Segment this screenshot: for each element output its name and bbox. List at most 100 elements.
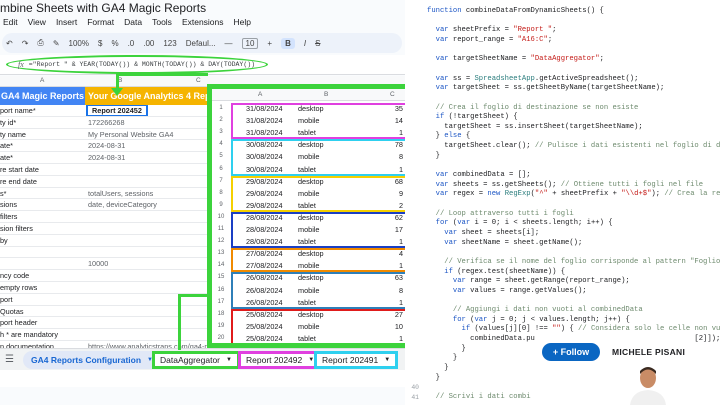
table-row[interactable]: 21 (212, 345, 413, 348)
menu-extensions[interactable]: Extensions (182, 17, 224, 27)
table-row[interactable]: sion filters (0, 223, 215, 235)
report-group-outline (231, 211, 411, 249)
table-row[interactable]: port name* Report 202452 (0, 105, 215, 117)
config-header-left: GA4 Magic Reports (1, 91, 85, 101)
tab-label: DataAggregator (160, 355, 221, 365)
menu-insert[interactable]: Insert (56, 17, 77, 27)
config-value[interactable]: 2024-08-31 (88, 141, 125, 150)
config-label: sion filters (0, 224, 33, 233)
chevron-down-icon[interactable]: ▼ (384, 357, 390, 363)
table-row[interactable]: Quotas (0, 306, 215, 318)
zoom-select[interactable]: 100% (69, 39, 89, 48)
table-row[interactable]: filters (0, 211, 215, 223)
table-row[interactable]: ate* 2024-08-31 (0, 152, 215, 164)
active-cell[interactable]: Report 202452 (86, 105, 148, 116)
formula-input[interactable]: ="Report " & YEAR(TODAY()) & MONTH(TODAY… (29, 61, 255, 68)
table-row[interactable]: ty id* 172266268 (0, 117, 215, 129)
config-value[interactable]: 172266268 (88, 118, 125, 127)
config-label: port name* (0, 106, 36, 115)
row-number: 19 (217, 322, 225, 329)
font-size-increase[interactable]: + (267, 39, 272, 48)
bold-button[interactable]: B (281, 37, 295, 49)
config-label: ate* (0, 141, 13, 151)
formula-highlight[interactable]: fx ="Report " & YEAR(TODAY()) & MONTH(TO… (6, 55, 268, 74)
tab-report-202492[interactable]: Report 202492 ▼ (238, 351, 323, 369)
row-number: 9 (219, 201, 223, 208)
column-header-c[interactable]: C (390, 91, 395, 98)
table-row[interactable]: empty rows (0, 282, 215, 294)
aggregated-data-table: A B C 1 31/08/2024 desktop 35 2 31/08/2024 mob… (207, 84, 418, 348)
decrease-decimal-button[interactable]: .0 (128, 39, 135, 48)
menu-tools[interactable]: Tools (152, 17, 172, 27)
config-value[interactable]: 10000 (88, 259, 108, 268)
line-number: 41 (411, 394, 419, 401)
font-select[interactable]: Defaul... (186, 39, 216, 48)
table-row[interactable]: port header (0, 317, 215, 330)
chevron-down-icon[interactable]: ▼ (226, 357, 232, 363)
table-row[interactable]: ncy code (0, 270, 215, 282)
currency-format-button[interactable]: $ (98, 39, 102, 48)
print-icon[interactable]: ⎙ (37, 38, 43, 48)
table-row[interactable]: h * are mandatory (0, 329, 215, 341)
report-group-outline (231, 175, 411, 212)
percent-format-button[interactable]: % (111, 39, 118, 48)
menu-edit[interactable]: Edit (3, 17, 18, 27)
table-row[interactable]: s* totalUsers, sessions (0, 188, 215, 200)
tab-ga4-reports-configuration[interactable]: GA4 Reports Configuration ▼ (23, 351, 161, 369)
tab-data-aggregator[interactable]: DataAggregator ▼ (152, 351, 240, 369)
undo-icon[interactable]: ↶ (6, 39, 13, 48)
font-size-decrease[interactable]: — (225, 39, 233, 48)
config-value[interactable]: 2024-08-31 (88, 153, 125, 162)
increase-decimal-button[interactable]: .00 (143, 39, 154, 48)
font-size-input[interactable]: 10 (241, 37, 259, 49)
report-group-outline (231, 248, 411, 273)
config-label: by (0, 235, 8, 245)
config-value[interactable]: date, deviceCategory (88, 200, 157, 209)
report-group-outline (231, 272, 411, 309)
menu-data[interactable]: Data (124, 17, 142, 27)
table-row[interactable]: ty name My Personal Website GA4 (0, 129, 215, 141)
column-header-a[interactable]: A (40, 77, 44, 84)
row-number: 15 (217, 274, 225, 281)
sheet-tabs: ☰ GA4 Reports Configuration ▼ DataAggreg… (0, 348, 405, 370)
table-row[interactable]: 10000 (0, 258, 215, 271)
row-number: 10 (217, 213, 225, 220)
config-label: filters (0, 212, 18, 222)
table-row[interactable]: sions date, deviceCategory (0, 199, 215, 212)
all-sheets-icon[interactable]: ☰ (5, 354, 14, 365)
document-title[interactable]: mbine Sheets with GA4 Magic Reports (0, 1, 206, 15)
table-row[interactable]: ate* 2024-08-31 (0, 140, 215, 153)
config-label: ncy code (0, 271, 30, 281)
table-row[interactable]: by (0, 235, 215, 247)
row-number: 3 (219, 129, 223, 136)
config-value[interactable]: My Personal Website GA4 (88, 130, 173, 139)
config-label: s* (0, 188, 7, 198)
column-header-c[interactable]: C (196, 77, 201, 84)
strikethrough-icon[interactable]: S (315, 39, 320, 48)
row-number: 7 (219, 177, 223, 184)
paint-format-icon[interactable]: ✎ (53, 39, 60, 48)
row-number: 20 (217, 334, 225, 341)
tab-report-202491[interactable]: Report 202491 ▼ (314, 351, 399, 369)
row-number: 2 (219, 117, 223, 124)
config-value[interactable]: totalUsers, sessions (88, 189, 153, 198)
redo-icon[interactable]: ↷ (22, 39, 29, 48)
fx-icon: fx (18, 60, 24, 69)
config-label: Quotas (0, 306, 24, 316)
menu-help[interactable]: Help (234, 17, 251, 27)
number-format-button[interactable]: 123 (163, 39, 176, 48)
column-header-b[interactable]: B (324, 91, 328, 98)
connector-line (116, 73, 208, 76)
column-header-a[interactable]: A (258, 91, 262, 98)
tab-label: Report 202492 (246, 355, 303, 365)
italic-icon[interactable]: I (304, 39, 306, 48)
menu-view[interactable]: View (28, 17, 46, 27)
row-number: 4 (219, 141, 223, 148)
config-label: port header (0, 318, 38, 328)
follow-button[interactable]: + Follow (542, 343, 600, 361)
table-row[interactable]: re end date (0, 176, 215, 188)
table-row[interactable] (0, 247, 215, 259)
config-label: re end date (0, 176, 37, 186)
table-row[interactable]: re start date (0, 164, 215, 176)
menu-format[interactable]: Format (87, 17, 114, 27)
